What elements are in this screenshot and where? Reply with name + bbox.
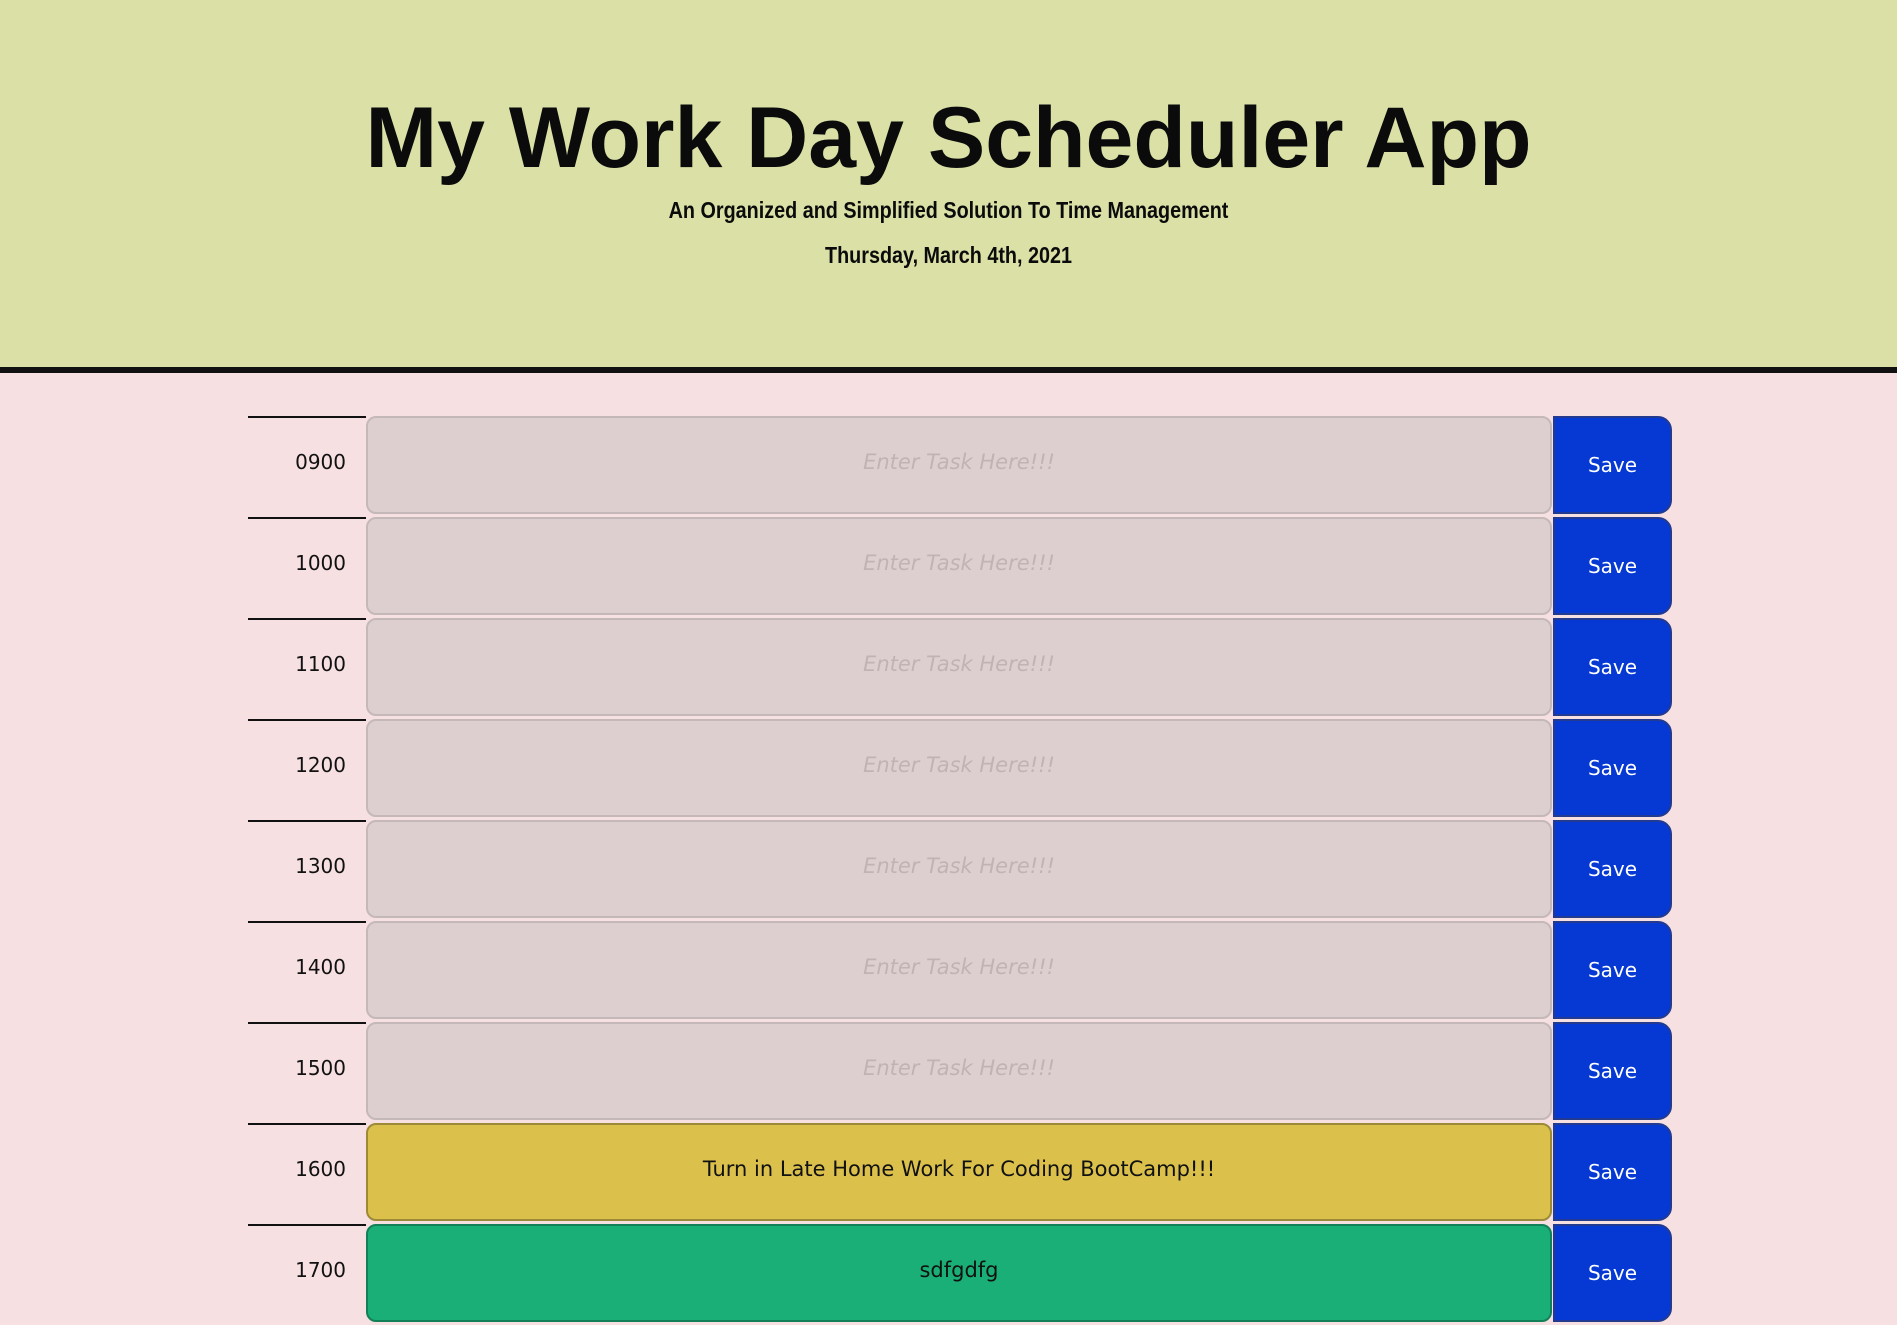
time-block-1700: 1700 sdfgdfg Save — [248, 1224, 1672, 1325]
hour-label: 1200 — [248, 719, 366, 819]
hour-label: 1300 — [248, 820, 366, 920]
save-button[interactable]: Save — [1553, 820, 1672, 918]
current-day: Thursday, March 4th, 2021 — [825, 242, 1072, 268]
header: My Work Day Scheduler App An Organized a… — [0, 0, 1897, 373]
task-input[interactable] — [366, 921, 1552, 1019]
hour-label: 1700 — [248, 1224, 366, 1324]
hour-label: 0900 — [248, 416, 366, 516]
save-button[interactable]: Save — [1553, 719, 1672, 817]
task-input[interactable] — [366, 719, 1552, 817]
hour-label: 1400 — [248, 921, 366, 1021]
page-title: My Work Day Scheduler App — [365, 90, 1532, 186]
hour-label: 1000 — [248, 517, 366, 617]
task-input[interactable] — [366, 1022, 1552, 1120]
task-input[interactable] — [366, 820, 1552, 918]
time-block-1400: 1400 Save — [248, 921, 1672, 1022]
save-button[interactable]: Save — [1553, 1022, 1672, 1120]
time-block-1600: 1600 Turn in Late Home Work For Coding B… — [248, 1123, 1672, 1224]
time-block-1500: 1500 Save — [248, 1022, 1672, 1123]
time-block-1300: 1300 Save — [248, 820, 1672, 921]
time-block-1100: 1100 Save — [248, 618, 1672, 719]
save-button[interactable]: Save — [1553, 1123, 1672, 1221]
time-block-1000: 1000 Save — [248, 517, 1672, 618]
save-button[interactable]: Save — [1553, 416, 1672, 514]
hour-label: 1100 — [248, 618, 366, 718]
page-subtitle: An Organized and Simplified Solution To … — [668, 197, 1229, 223]
task-input[interactable] — [366, 618, 1552, 716]
save-button[interactable]: Save — [1553, 517, 1672, 615]
task-input[interactable]: Turn in Late Home Work For Coding BootCa… — [366, 1123, 1552, 1221]
hour-label: 1600 — [248, 1123, 366, 1223]
task-input[interactable] — [366, 416, 1552, 514]
task-input[interactable]: sdfgdfg — [366, 1224, 1552, 1322]
save-button[interactable]: Save — [1553, 1224, 1672, 1322]
time-block-1200: 1200 Save — [248, 719, 1672, 820]
save-button[interactable]: Save — [1553, 921, 1672, 1019]
time-block-0900: 0900 Save — [248, 416, 1672, 517]
hour-label: 1500 — [248, 1022, 366, 1122]
task-input[interactable] — [366, 517, 1552, 615]
save-button[interactable]: Save — [1553, 618, 1672, 716]
schedule-container: 0900 Save 1000 Save 1100 Save 1200 Save … — [248, 416, 1672, 1325]
